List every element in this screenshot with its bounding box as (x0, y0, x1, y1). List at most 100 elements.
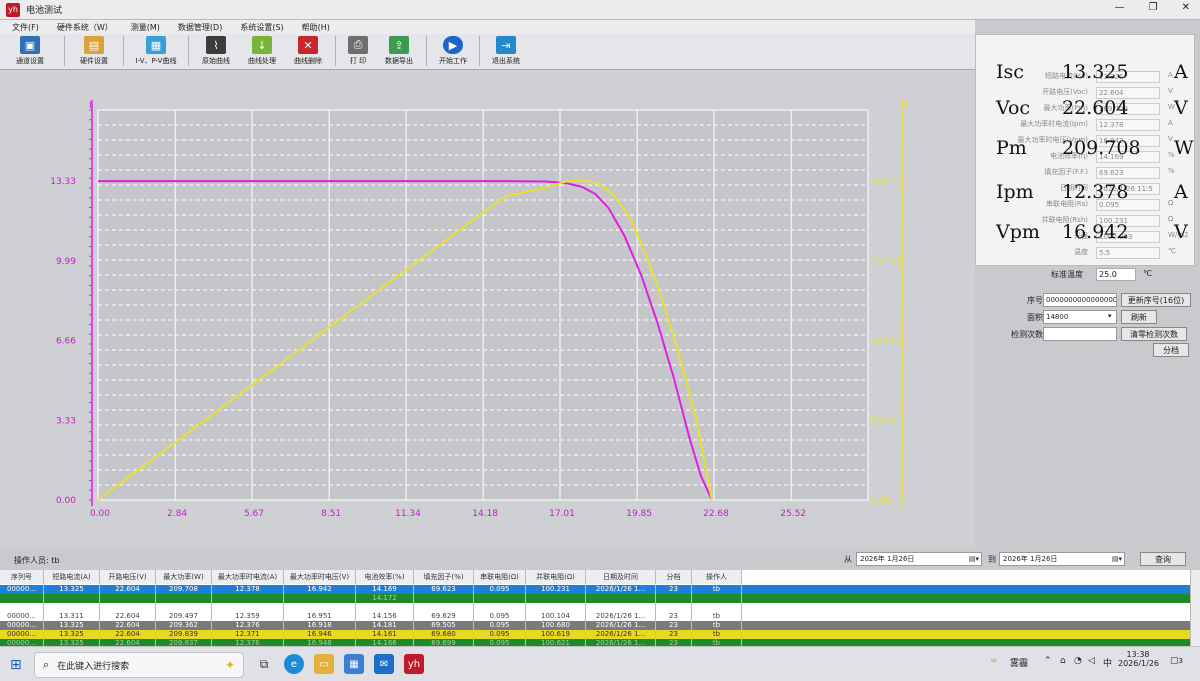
store-icon[interactable]: ▦ (344, 654, 364, 674)
column-header[interactable]: 日期及时间 (586, 570, 656, 584)
right-tick-label: 209.71 (871, 177, 903, 187)
notification-icon[interactable]: ▢3 (1170, 656, 1183, 666)
table-cell: tb (692, 639, 742, 646)
column-header[interactable]: 串联电阻(Ω) (474, 570, 526, 584)
column-header[interactable]: 最大功率时电压(V) (284, 570, 356, 584)
table-cell (586, 603, 656, 612)
table-cell: 12.376 (212, 621, 284, 630)
readout-panel: 短路电流(Isc) 13.325 A 开路电压(Voc) 22.604 V 最大功率(Pm)… (975, 34, 1195, 266)
query-button[interactable]: 查询 (1140, 552, 1186, 566)
delete-curve-button[interactable]: ✕ 曲线删除 (285, 34, 331, 68)
chevron-down-icon[interactable]: ▾ (1108, 312, 1112, 320)
table-cell: 16.948 (284, 639, 356, 646)
menu-help[interactable]: 帮助(H) (302, 22, 330, 33)
taskbar: ⊞ ⌕ 在此键入进行搜索 ✦ ⧉ e ▭ ▦ ✉ yh ∞ 雾霾 ⌃ ⌂ ◔ ◁… (0, 646, 1200, 681)
table-cell (692, 603, 742, 612)
column-header[interactable]: 短路电流(A) (44, 570, 100, 584)
chevron-up-icon[interactable]: ⌃ (1044, 656, 1052, 666)
count-label: 检测次数 (1011, 330, 1043, 339)
update-serial-button[interactable]: 更新序号(16位) (1121, 293, 1191, 307)
export-data-button[interactable]: ⇪ 数据导出 (376, 34, 422, 68)
column-header[interactable]: 序列号 (0, 570, 44, 584)
table-cell: 00000... (0, 585, 44, 594)
count-input[interactable] (1043, 327, 1117, 341)
to-date-picker[interactable]: 2026年 1月26日 ▤▾ (999, 552, 1125, 566)
volume-icon[interactable]: ◁ (1088, 656, 1095, 666)
hardware-settings-button[interactable]: ▤ 硬件设置 (69, 34, 119, 68)
column-header[interactable]: 并联电阻(Ω) (526, 570, 586, 584)
column-header[interactable]: 操作人 (692, 570, 742, 584)
start-work-button[interactable]: ▶ 开始工作 (431, 34, 475, 68)
table-header: 序列号 短路电流(A) 开路电压(V) 最大功率(W) 最大功率时电流(A) 最大功率时电… (0, 570, 1190, 584)
minimize-button[interactable]: — (1115, 2, 1125, 13)
column-header[interactable]: 最大功率时电流(A) (212, 570, 284, 584)
table-row[interactable]: 00000... 13.311 22.604 209.497 12.359 16.951 1… (0, 612, 1190, 621)
table-row[interactable] (0, 603, 1190, 612)
menu-hardware[interactable]: 硬件系统（W） (57, 22, 113, 33)
x-tick-label: 2.84 (167, 509, 187, 519)
table-row[interactable]: 00000... 13.325 22.604 209.362 12.376 16.918 1… (0, 621, 1190, 630)
table-row[interactable]: 00000... 13.325 22.604 209.837 12.376 16.948 1… (0, 639, 1190, 646)
channel-settings-button[interactable]: ▣ 通道设置 (0, 34, 60, 68)
table-cell: 14.156 (356, 612, 414, 621)
wifi-icon[interactable]: ◔ (1074, 656, 1082, 666)
table-cell: 209.837 (156, 639, 212, 646)
menu-settings[interactable]: 系统设置(S) (240, 22, 283, 33)
iv-pv-chart: 0.00 2.84 5.67 8.51 11.34 14.18 17.01 19.85 22.6… (50, 100, 908, 519)
iv-curve-button[interactable]: ▦ I-V、P-V曲线 (128, 34, 184, 68)
table-cell: 23 (656, 585, 692, 594)
table-cell: 0.095 (474, 621, 526, 630)
serial-input[interactable]: 0000000000000000 (1043, 293, 1117, 307)
clear-count-button[interactable]: 清零检测次数 (1121, 327, 1187, 341)
area-select[interactable]: 14800 (1043, 310, 1117, 324)
print-button[interactable]: ⎙ 打 印 (340, 34, 376, 68)
column-header[interactable]: 分档 (656, 570, 692, 584)
sparkle-icon: ✦ (224, 658, 235, 672)
column-header[interactable]: 填充因子(%) (414, 570, 474, 584)
big-readout-label: Vpm (996, 221, 1040, 243)
exit-system-button[interactable]: ⇥ 退出系统 (484, 34, 528, 68)
windows-start-icon[interactable]: ⊞ (10, 657, 22, 673)
ime-indicator[interactable]: 中 (1103, 656, 1112, 669)
task-view-icon[interactable]: ⧉ (254, 654, 274, 674)
edge-icon[interactable]: e (284, 654, 304, 674)
from-date-picker[interactable]: 2026年 1月26日 ▤▾ (856, 552, 982, 566)
menu-file[interactable]: 文件(F) (12, 22, 39, 33)
table-cell (284, 594, 356, 603)
column-header[interactable]: 最大功率(W) (156, 570, 212, 584)
table-cell (156, 603, 212, 612)
menu-data[interactable]: 数据管理(D) (178, 22, 222, 33)
table-cell: 13.325 (44, 630, 100, 639)
process-curve-button[interactable]: ↓ 曲线处理 (239, 34, 285, 68)
close-button[interactable]: ✕ (1182, 2, 1190, 13)
x-tick-label: 25.52 (780, 509, 806, 519)
refresh-button[interactable]: 刷新 (1121, 310, 1157, 324)
column-header[interactable]: 电池效率(%) (356, 570, 414, 584)
raw-curve-button[interactable]: ⌇ 原始曲线 (193, 34, 239, 68)
table-row[interactable]: 00000... 13.325 22.604 209.839 12.371 16.946 1… (0, 630, 1190, 639)
outlook-icon[interactable]: ✉ (374, 654, 394, 674)
table-cell: 0.095 (474, 612, 526, 621)
table-row[interactable]: 00000... 13.325 22.604 209.708 12.378 16.942 1… (0, 585, 1190, 594)
right-tick-label: 0.00 (871, 496, 891, 506)
clock[interactable]: 13:38 2026/1/26 (1118, 650, 1160, 668)
readout-unit: Ω (1168, 199, 1174, 207)
table-cell: 16.951 (284, 612, 356, 621)
menu-measure[interactable]: 测量(M) (131, 22, 160, 33)
app-taskbar-icon[interactable]: yh (404, 654, 424, 674)
table-scrollbar[interactable] (1190, 570, 1200, 646)
clock-date: 2026/1/26 (1118, 659, 1160, 668)
table-cell: 0.095 (474, 630, 526, 639)
std-temp-input[interactable]: 25.0 (1096, 268, 1136, 281)
column-header[interactable]: 开路电压(V) (100, 570, 156, 584)
operator-label: 操作人员: tb (14, 556, 60, 565)
table-row[interactable]: 14.172 (0, 594, 1190, 603)
taskbar-search[interactable]: ⌕ 在此键入进行搜索 ✦ (34, 652, 244, 678)
play-icon: ▶ (443, 36, 463, 54)
network-icon[interactable]: ⌂ (1060, 656, 1066, 666)
weather-icon: ∞ (990, 656, 998, 666)
file-explorer-icon[interactable]: ▭ (314, 654, 334, 674)
bin-button[interactable]: 分档 (1153, 343, 1189, 357)
table-cell: tb (692, 585, 742, 594)
maximize-button[interactable]: ❐ (1149, 2, 1158, 13)
